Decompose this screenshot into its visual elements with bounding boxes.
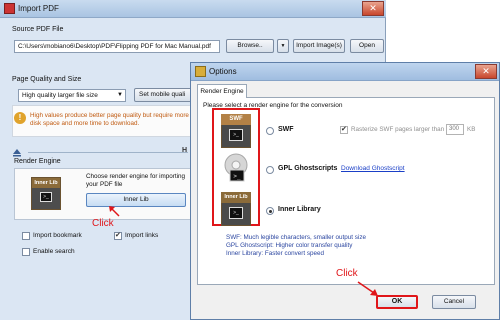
terminal-icon: >_ (229, 129, 243, 141)
close-button[interactable]: ✕ (362, 1, 384, 16)
gear-icon: >_ (224, 153, 248, 182)
import-titlebar: Import PDF ✕ (0, 0, 386, 18)
chevron-down-icon: ▼ (117, 92, 123, 98)
terminal-icon: >_ (229, 207, 243, 219)
download-ghostscript-link[interactable]: Download Ghostscript (341, 165, 405, 172)
set-mobile-quality-button[interactable]: Set mobile quali (134, 88, 192, 102)
swf-badge: SWF (221, 114, 251, 125)
swf-description: SWF: Much legible characters, smaller ou… (226, 234, 366, 241)
inner-lib-badge: Inner Lib (32, 178, 60, 188)
arrow-up-left-icon (109, 206, 120, 217)
gpl-ghostscripts-label: GPL Ghostscripts (278, 165, 338, 172)
inner-lib-badge: Inner Lib (221, 192, 251, 203)
import-links-checkbox[interactable] (114, 231, 122, 240)
inner-library-engine-icon: Inner Lib >_ (221, 192, 251, 226)
ok-click-annotation: Click (336, 268, 358, 279)
swf-radio[interactable] (266, 127, 274, 135)
collapsed-section-letter: H (182, 147, 188, 154)
import-images-button[interactable]: Import Image(s) (293, 39, 345, 53)
import-bookmark-label: Import bookmark (33, 232, 82, 239)
terminal-glyph: >_ (233, 173, 241, 180)
import-window-title: Import PDF (18, 4, 59, 13)
terminal-icon: >_ (40, 192, 52, 202)
collapse-up-icon[interactable] (12, 148, 22, 157)
swf-engine-icon: SWF >_ (221, 114, 251, 148)
ok-button[interactable]: OK (376, 295, 418, 309)
source-path-field[interactable]: C:\Users\mobiano6\Desktop\PDF\Flipping P… (14, 40, 220, 53)
browse-dropdown-button[interactable]: ▼ (277, 39, 289, 53)
inner-lib-button[interactable]: Inner Lib (86, 193, 186, 207)
quality-select[interactable]: High quality larger file size ▼ (18, 89, 126, 102)
inner-library-description: Inner Library: Faster convert speed (226, 250, 324, 257)
enable-search-checkbox[interactable] (22, 248, 30, 256)
inner-lib-icon: Inner Lib >_ (31, 177, 61, 210)
inner-library-label: Inner Library (278, 206, 321, 213)
section-divider (28, 152, 188, 153)
gpl-ghostscripts-radio[interactable] (266, 166, 274, 174)
app-icon (4, 3, 15, 14)
cancel-button[interactable]: Cancel (432, 295, 476, 309)
source-pdf-label: Source PDF File (12, 26, 64, 33)
render-engine-description: Choose render engine for importing your … (86, 173, 186, 188)
options-app-icon (195, 66, 206, 77)
open-button[interactable]: Open (350, 39, 384, 53)
page-quality-label: Page Quality and Size (12, 76, 82, 83)
browse-button[interactable]: Browse.. (226, 39, 274, 53)
quality-info-text: High values produce better page quality … (30, 112, 189, 127)
rasterize-label: Rasterize SWF pages larger than (351, 126, 445, 133)
rasterize-checkbox[interactable] (340, 125, 348, 134)
quality-select-value: High quality larger file size (22, 92, 98, 99)
ghostscript-description: GPL Ghostscript: Higher color transfer q… (226, 242, 353, 249)
options-title: Options (209, 67, 237, 76)
import-bookmark-checkbox[interactable] (22, 232, 30, 240)
engine-descriptions: SWF: Much legible characters, smaller ou… (226, 234, 366, 258)
click-annotation: Click (92, 218, 114, 229)
enable-search-label: Enable search (33, 248, 75, 255)
options-titlebar: Options ✕ (191, 63, 499, 81)
rasterize-unit: KB (467, 126, 476, 133)
options-close-button[interactable]: ✕ (475, 64, 497, 79)
inner-library-radio[interactable] (266, 207, 274, 215)
tab-render-engine[interactable]: Render Engine (197, 84, 247, 98)
warning-icon: ! (14, 112, 26, 124)
rasterize-size-input[interactable]: 300 (446, 124, 464, 135)
swf-engine-name: SWF (278, 126, 294, 133)
import-links-label: Import links (125, 232, 159, 239)
render-engine-label: Render Engine (14, 158, 61, 165)
chevron-down-icon: ▼ (280, 43, 286, 49)
